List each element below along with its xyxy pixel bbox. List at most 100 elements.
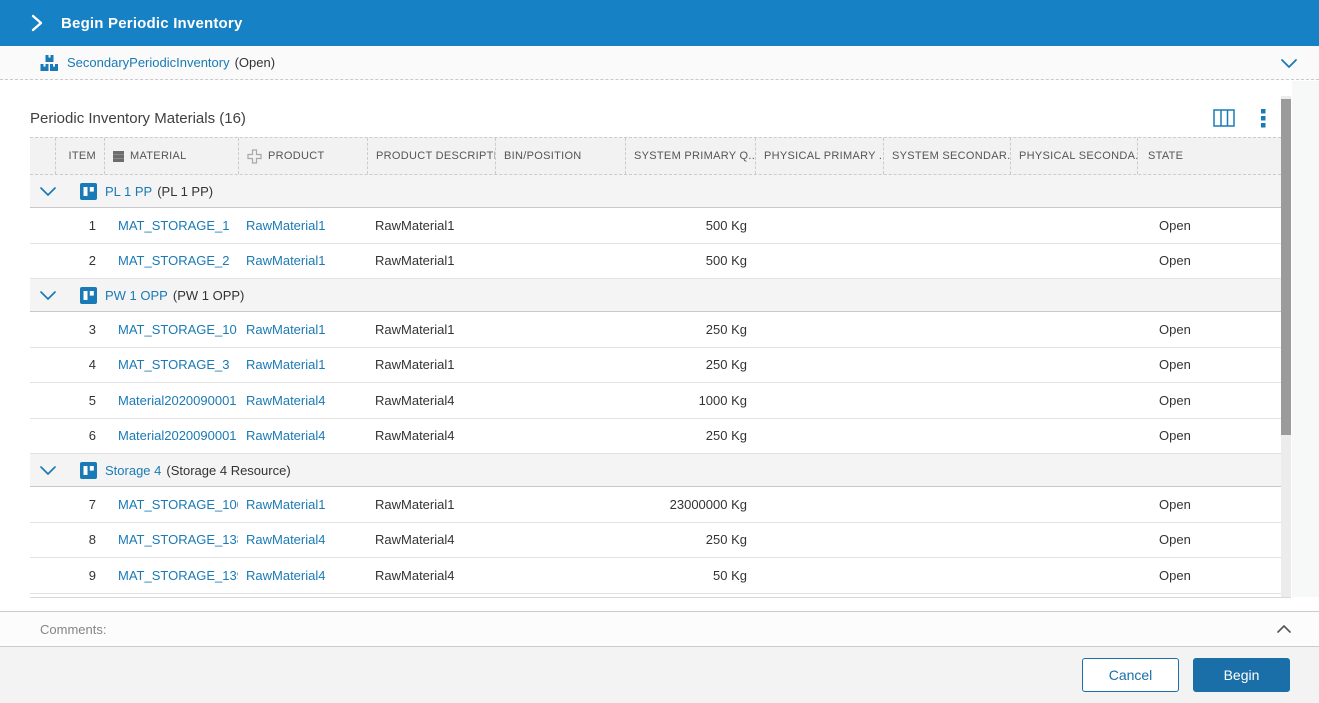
table-row[interactable]: 8 MAT_STORAGE_138 RawMaterial4 RawMaterial4…	[30, 522, 1281, 558]
column-header-bin_position[interactable]: BIN/POSITION	[495, 138, 625, 174]
cell-system_primary_qty: 250 Kg	[705, 357, 747, 373]
group-row[interactable]: Storage 4 (Storage 4 Resource)	[30, 454, 1281, 487]
cell-system_primary_qty: 250 Kg	[705, 532, 747, 548]
material-link[interactable]: MAT_STORAGE_10	[118, 322, 237, 337]
group-row[interactable]: PW 1 OPP (PW 1 OPP)	[30, 279, 1281, 312]
product-link[interactable]: RawMaterial1	[246, 253, 325, 268]
table-row[interactable]: 4 MAT_STORAGE_3 RawMaterial1 RawMaterial1 25…	[30, 347, 1281, 383]
column-header-system_primary_qty[interactable]: SYSTEM PRIMARY Q...	[625, 138, 755, 174]
product-link[interactable]: RawMaterial1	[246, 357, 325, 372]
material-link[interactable]: MAT_STORAGE_100	[118, 497, 238, 512]
column-header-label: PRODUCT	[268, 150, 325, 162]
table-row[interactable]: 1 MAT_STORAGE_1 RawMaterial1 RawMaterial1 50…	[30, 208, 1281, 244]
column-header-material[interactable]: MATERIAL	[104, 138, 238, 174]
table-row[interactable]: 5 Material2020090001 RawMaterial4 RawMateri…	[30, 383, 1281, 419]
inventory-boxes-icon	[40, 54, 59, 71]
column-header-physical_primary_qty[interactable]: PHYSICAL PRIMARY ...	[755, 138, 883, 174]
material-link[interactable]: MAT_STORAGE_1	[118, 218, 230, 233]
cell-product_description: RawMaterial4	[375, 532, 455, 548]
column-header-product_description[interactable]: PRODUCT DESCRIPTI...	[367, 138, 495, 174]
column-header-state[interactable]: STATE	[1137, 138, 1281, 174]
cell-system_primary_qty: 250 Kg	[705, 428, 747, 444]
product-link[interactable]: RawMaterial4	[246, 568, 325, 583]
group-description: (PW 1 OPP)	[172, 287, 245, 303]
cell-item: 1	[88, 217, 96, 233]
chevron-down-icon[interactable]	[33, 288, 63, 302]
table-row[interactable]: 3 MAT_STORAGE_10 RawMaterial1 RawMaterial1 2…	[30, 312, 1281, 348]
material-icon	[113, 150, 124, 162]
group-name-link[interactable]: PL 1 PP	[105, 184, 152, 199]
cell-product: RawMaterial1	[238, 322, 367, 337]
cell-product_description: RawMaterial1	[375, 357, 455, 373]
group-row[interactable]: PL 1 PP (PL 1 PP)	[30, 175, 1281, 208]
column-header-system_secondary_qty[interactable]: SYSTEM SECONDAR...	[883, 138, 1010, 174]
cell-material: MAT_STORAGE_138	[104, 532, 238, 547]
resource-tile-icon	[80, 461, 97, 479]
vertical-scrollbar[interactable]	[1281, 96, 1291, 597]
product-link[interactable]: RawMaterial1	[246, 322, 325, 337]
material-link[interactable]: MAT_STORAGE_138	[118, 532, 238, 547]
table-row[interactable]: 9 MAT_STORAGE_139 RawMaterial4 RawMaterial4…	[30, 558, 1281, 594]
column-header-label: SYSTEM PRIMARY Q...	[634, 150, 755, 162]
chevron-down-icon[interactable]	[1279, 56, 1299, 70]
column-header-label: PHYSICAL PRIMARY ...	[764, 150, 883, 162]
context-bar[interactable]: SecondaryPeriodicInventory (Open)	[0, 46, 1319, 80]
group-name-link[interactable]: PW 1 OPP	[105, 288, 168, 303]
context-name-link[interactable]: SecondaryPeriodicInventory	[67, 55, 230, 70]
cell-product: RawMaterial1	[238, 357, 367, 372]
dialog-title-bar: Begin Periodic Inventory	[0, 0, 1319, 46]
cancel-button[interactable]: Cancel	[1082, 658, 1179, 692]
cell-item: 8	[88, 532, 96, 548]
column-header-product[interactable]: PRODUCT	[238, 138, 367, 174]
right-gutter	[1292, 81, 1319, 597]
begin-button[interactable]: Begin	[1193, 658, 1290, 692]
cell-item: 5	[88, 392, 96, 408]
scrollbar-thumb[interactable]	[1281, 99, 1291, 435]
cell-product: RawMaterial4	[238, 532, 367, 547]
cell-state: Open	[1159, 217, 1191, 233]
group-description: (PL 1 PP)	[157, 183, 214, 199]
cell-state: Open	[1159, 496, 1191, 512]
material-link[interactable]: MAT_STORAGE_2	[118, 253, 230, 268]
product-link[interactable]: RawMaterial1	[246, 497, 325, 512]
cell-material: Material2020090001	[104, 393, 238, 408]
cell-system_primary_qty: 1000 Kg	[698, 392, 747, 408]
column-header-item[interactable]: ITEM	[55, 138, 104, 174]
cell-product: RawMaterial4	[238, 393, 367, 408]
product-link[interactable]: RawMaterial4	[246, 532, 325, 547]
cell-item: 7	[88, 496, 96, 512]
column-header-physical_secondary_qty[interactable]: PHYSICAL SECONDA...	[1010, 138, 1137, 174]
chevron-down-icon[interactable]	[33, 463, 63, 477]
cell-material: MAT_STORAGE_3	[104, 357, 238, 372]
cell-product_description: RawMaterial1	[375, 321, 455, 337]
column-header-label: PRODUCT DESCRIPTI...	[376, 150, 495, 162]
product-icon	[247, 148, 262, 164]
material-link[interactable]: Material2020090001	[118, 428, 237, 443]
material-link[interactable]: MAT_STORAGE_139	[118, 568, 238, 583]
cell-material: MAT_STORAGE_100	[104, 497, 238, 512]
cell-product: RawMaterial1	[238, 218, 367, 233]
product-link[interactable]: RawMaterial1	[246, 218, 325, 233]
context-status: (Open)	[234, 55, 276, 70]
column-chooser-icon[interactable]	[1213, 109, 1235, 127]
page-title: Begin Periodic Inventory	[61, 14, 243, 32]
chevron-down-icon[interactable]	[33, 184, 63, 198]
material-link[interactable]: Material2020090001	[118, 393, 237, 408]
comments-bar[interactable]: Comments:	[0, 611, 1319, 647]
chevron-right-icon[interactable]	[28, 13, 46, 33]
table-row[interactable]: 6 Material2020090001 RawMaterial4 RawMateri…	[30, 418, 1281, 454]
product-link[interactable]: RawMaterial4	[246, 428, 325, 443]
group-name-link[interactable]: Storage 4	[105, 463, 161, 478]
table-row[interactable]: 2 MAT_STORAGE_2 RawMaterial1 RawMaterial1 50…	[30, 243, 1281, 279]
table-row[interactable]: 7 MAT_STORAGE_100 RawMaterial1 RawMaterial1…	[30, 487, 1281, 523]
chevron-up-icon[interactable]	[1275, 623, 1293, 635]
column-header-label: SYSTEM SECONDAR...	[892, 150, 1010, 162]
cell-product_description: RawMaterial4	[375, 428, 455, 444]
material-link[interactable]: MAT_STORAGE_3	[118, 357, 230, 372]
cell-product: RawMaterial4	[238, 428, 367, 443]
kebab-menu-icon[interactable]	[1261, 108, 1266, 128]
product-link[interactable]: RawMaterial4	[246, 393, 325, 408]
cell-product_description: RawMaterial1	[375, 217, 455, 233]
column-header-expand[interactable]	[30, 138, 55, 174]
table-bottom-border	[30, 597, 1291, 598]
